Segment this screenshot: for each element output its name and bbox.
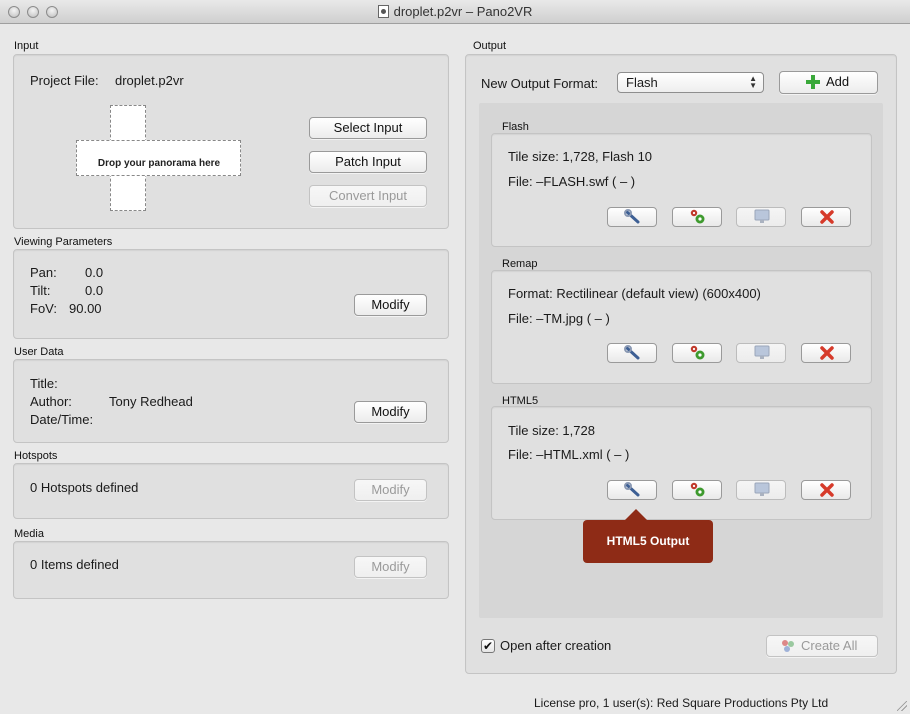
create-all-icon xyxy=(782,640,794,652)
user-data-modify-button[interactable]: Modify xyxy=(354,401,427,423)
zoom-window-button[interactable] xyxy=(46,6,58,18)
output-format-value: Flash xyxy=(626,75,658,90)
flash-delete-button[interactable] xyxy=(801,207,851,227)
project-file-name: droplet.p2vr xyxy=(115,73,184,88)
wrench-icon xyxy=(624,482,640,497)
flash-generate-button[interactable] xyxy=(672,207,722,227)
author-label: Author: xyxy=(30,394,72,409)
wrench-icon xyxy=(624,345,640,360)
html5-preview-button[interactable] xyxy=(736,480,786,500)
pan-label: Pan: xyxy=(30,265,57,280)
tilt-value: 0.0 xyxy=(85,283,104,298)
minimize-window-button[interactable] xyxy=(27,6,39,18)
media-label: Media xyxy=(14,528,44,540)
remap-edit-button[interactable] xyxy=(607,343,657,363)
open-after-creation-checkbox[interactable]: ✔ xyxy=(481,639,495,653)
delete-icon xyxy=(820,210,834,224)
close-window-button[interactable] xyxy=(8,6,20,18)
flash-tile-size: Tile size: 1,728, Flash 10 xyxy=(508,149,653,164)
flash-output-title: Flash xyxy=(502,121,529,133)
patch-input-button[interactable]: Patch Input xyxy=(309,151,427,173)
select-input-button[interactable]: Select Input xyxy=(309,117,427,139)
create-all-label: Create All xyxy=(801,638,858,653)
fov-label: FoV: xyxy=(30,301,57,316)
monitor-icon xyxy=(754,209,770,223)
flash-edit-button[interactable] xyxy=(607,207,657,227)
monitor-icon xyxy=(754,345,770,359)
delete-icon xyxy=(820,483,834,497)
remap-preview-button[interactable] xyxy=(736,343,786,363)
html5-edit-button[interactable] xyxy=(607,480,657,500)
output-format-label: New Output Format: xyxy=(481,76,599,91)
input-section-label: Input xyxy=(14,40,39,52)
output-section-label: Output xyxy=(473,40,507,52)
remap-file: File: –TM.jpg ( – ) xyxy=(508,311,610,326)
fov-value: 90.00 xyxy=(69,301,102,316)
author-value: Tony Redhead xyxy=(109,394,193,409)
remap-format: Format: Rectilinear (default view) (600x… xyxy=(508,286,761,301)
hotspots-label: Hotspots xyxy=(14,450,58,462)
create-all-button[interactable]: Create All xyxy=(766,635,878,657)
hotspots-modify-button[interactable]: Modify xyxy=(354,479,427,501)
remap-output-title: Remap xyxy=(502,258,538,270)
html5-output-tooltip: HTML5 Output xyxy=(583,509,713,563)
resize-grip[interactable] xyxy=(897,701,907,711)
hotspots-summary: 0 Hotspots defined xyxy=(30,480,139,495)
remap-delete-button[interactable] xyxy=(801,343,851,363)
add-output-button[interactable]: Add xyxy=(779,71,878,94)
html5-delete-button[interactable] xyxy=(801,480,851,500)
gears-icon xyxy=(690,345,705,360)
project-file-label: Project File: xyxy=(30,73,99,88)
viewing-modify-button[interactable]: Modify xyxy=(354,294,427,316)
select-arrows-icon: ▲ ▼ xyxy=(749,74,757,90)
media-summary: 0 Items defined xyxy=(30,557,119,572)
add-label: Add xyxy=(826,74,850,89)
gears-icon xyxy=(690,209,705,224)
convert-input-button[interactable]: Convert Input xyxy=(309,185,427,207)
drop-hint: Drop your panorama here xyxy=(97,158,221,169)
plus-icon xyxy=(806,75,820,89)
remap-generate-button[interactable] xyxy=(672,343,722,363)
html5-tile-size: Tile size: 1,728 xyxy=(508,423,595,438)
flash-file: File: –FLASH.swf ( – ) xyxy=(508,174,636,189)
gears-icon xyxy=(690,482,705,497)
license-status: License pro, 1 user(s): Red Square Produ… xyxy=(534,696,829,710)
monitor-icon xyxy=(754,482,770,496)
tilt-label: Tilt: xyxy=(30,283,51,298)
title-bar: droplet.p2vr – Pano2VR xyxy=(0,0,910,24)
html5-generate-button[interactable] xyxy=(672,480,722,500)
open-after-creation-label: Open after creation xyxy=(500,638,612,653)
flash-preview-button[interactable] xyxy=(736,207,786,227)
user-data-label: User Data xyxy=(14,346,64,358)
media-modify-button[interactable]: Modify xyxy=(354,556,427,578)
output-format-select[interactable]: Flash ▲ ▼ xyxy=(617,72,764,93)
html5-file: File: –HTML.xml ( – ) xyxy=(508,447,630,462)
datetime-label: Date/Time: xyxy=(30,412,94,427)
document-icon xyxy=(377,5,389,18)
viewing-parameters-label: Viewing Parameters xyxy=(14,236,113,248)
pan-value: 0.0 xyxy=(85,265,104,280)
title-label: Title: xyxy=(30,376,58,391)
wrench-icon xyxy=(624,209,640,224)
delete-icon xyxy=(820,346,834,360)
window-title: droplet.p2vr – Pano2VR xyxy=(393,4,533,19)
